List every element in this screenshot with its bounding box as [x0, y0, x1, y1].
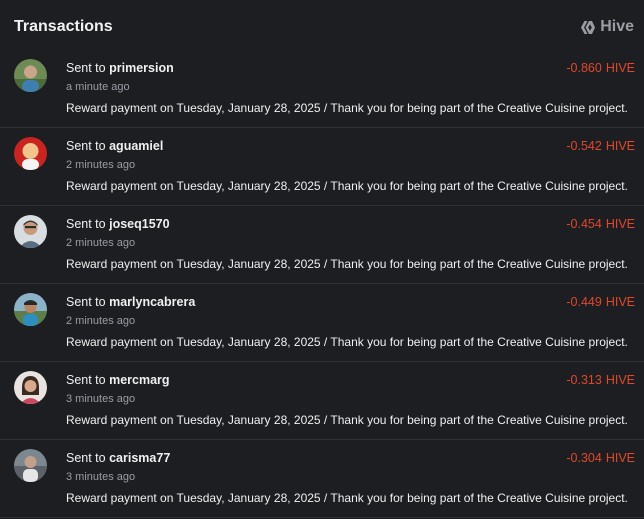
transaction-user-link[interactable]: primersion — [109, 61, 174, 75]
hive-logo-icon — [580, 20, 596, 35]
amount-value: -0.454 — [566, 217, 602, 231]
amount-unit: HIVE — [605, 295, 635, 309]
amount-value: -0.449 — [566, 295, 602, 309]
transaction-direction: Sent to — [66, 295, 106, 309]
transaction-time: 3 minutes ago — [66, 393, 136, 405]
avatar[interactable] — [14, 59, 47, 92]
avatar[interactable] — [14, 371, 47, 404]
transaction-memo: Reward payment on Tuesday, January 28, 2… — [66, 179, 628, 193]
transaction-title: Sent to primersion — [66, 61, 174, 75]
amount-unit: HIVE — [605, 373, 635, 387]
transaction-time: 2 minutes ago — [66, 159, 136, 171]
transaction-time: 2 minutes ago — [66, 315, 136, 327]
transaction-time: a minute ago — [66, 81, 130, 93]
avatar[interactable] — [14, 449, 47, 482]
transaction-amount: -0.313 HIVE — [566, 373, 635, 387]
amount-value: -0.304 — [566, 451, 602, 465]
transaction-title: Sent to joseq1570 — [66, 217, 170, 231]
transaction-memo: Reward payment on Tuesday, January 28, 2… — [66, 101, 628, 115]
transaction-time: 3 minutes ago — [66, 471, 136, 483]
transaction-direction: Sent to — [66, 61, 106, 75]
transaction-amount: -0.542 HIVE — [566, 139, 635, 153]
transaction-memo: Reward payment on Tuesday, January 28, 2… — [66, 335, 628, 349]
transaction-amount: -0.304 HIVE — [566, 451, 635, 465]
transaction-amount: -0.449 HIVE — [566, 295, 635, 309]
hive-brand-label: Hive — [600, 18, 634, 35]
avatar[interactable] — [14, 137, 47, 170]
transaction-direction: Sent to — [66, 373, 106, 387]
transaction-time: 2 minutes ago — [66, 237, 136, 249]
amount-unit: HIVE — [605, 217, 635, 231]
transaction-direction: Sent to — [66, 139, 106, 153]
page-title: Transactions — [14, 18, 113, 35]
transaction-title: Sent to mercmarg — [66, 373, 170, 387]
avatar[interactable] — [14, 293, 47, 326]
amount-value: -0.313 — [566, 373, 602, 387]
transaction-row: Sent to joseq1570 2 minutes ago Reward p… — [0, 206, 644, 284]
transaction-row: Sent to carisma77 3 minutes ago Reward p… — [0, 440, 644, 518]
transaction-user-link[interactable]: joseq1570 — [109, 217, 169, 231]
amount-unit: HIVE — [605, 139, 635, 153]
transaction-memo: Reward payment on Tuesday, January 28, 2… — [66, 257, 628, 271]
transaction-user-link[interactable]: carisma77 — [109, 451, 170, 465]
amount-value: -0.542 — [566, 139, 602, 153]
transaction-direction: Sent to — [66, 451, 106, 465]
hive-brand[interactable]: Hive — [580, 18, 634, 36]
transaction-list: Sent to primersion a minute ago Reward p… — [0, 50, 644, 518]
amount-unit: HIVE — [605, 61, 635, 75]
transaction-user-link[interactable]: aguamiel — [109, 139, 163, 153]
transaction-row: Sent to primersion a minute ago Reward p… — [0, 50, 644, 128]
transaction-memo: Reward payment on Tuesday, January 28, 2… — [66, 413, 628, 427]
transaction-direction: Sent to — [66, 217, 106, 231]
transaction-amount: -0.454 HIVE — [566, 217, 635, 231]
transaction-row: Sent to mercmarg 3 minutes ago Reward pa… — [0, 362, 644, 440]
transaction-user-link[interactable]: mercmarg — [109, 373, 169, 387]
transaction-title: Sent to carisma77 — [66, 451, 170, 465]
avatar[interactable] — [14, 215, 47, 248]
panel-header: Transactions Hive — [14, 16, 634, 38]
transaction-row: Sent to marlyncabrera 2 minutes ago Rewa… — [0, 284, 644, 362]
transaction-title: Sent to marlyncabrera — [66, 295, 195, 309]
amount-value: -0.860 — [566, 61, 602, 75]
transactions-panel: Transactions Hive Sent to primersion a m… — [0, 0, 644, 519]
transaction-amount: -0.860 HIVE — [566, 61, 635, 75]
transaction-user-link[interactable]: marlyncabrera — [109, 295, 195, 309]
transaction-memo: Reward payment on Tuesday, January 28, 2… — [66, 491, 628, 505]
amount-unit: HIVE — [605, 451, 635, 465]
transaction-title: Sent to aguamiel — [66, 139, 163, 153]
transaction-row: Sent to aguamiel 2 minutes ago Reward pa… — [0, 128, 644, 206]
